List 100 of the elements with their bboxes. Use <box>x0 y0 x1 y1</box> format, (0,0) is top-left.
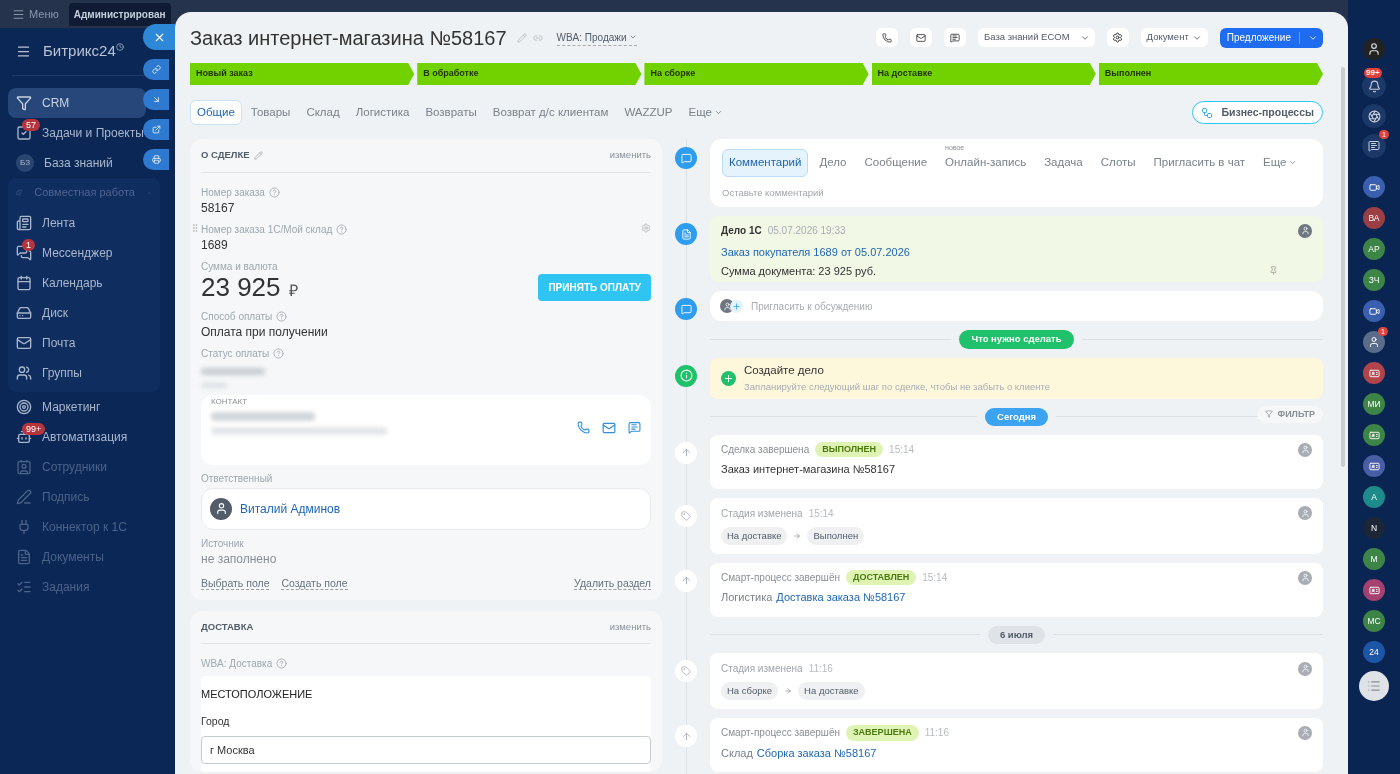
target-icon <box>16 398 32 415</box>
sidebar-item[interactable]: CRM <box>8 87 146 118</box>
edit-link[interactable]: изменить <box>609 619 651 634</box>
composer-tab[interactable]: Задача <box>1037 149 1090 177</box>
chat-avatar[interactable]: ЗЧ <box>1363 269 1385 291</box>
comment-icon <box>675 147 697 170</box>
category-dropdown[interactable]: WBA: Продажи <box>556 29 637 46</box>
video-chat-icon[interactable] <box>1363 300 1385 322</box>
section-tab[interactable]: Возврат д/с клиентам <box>485 100 616 126</box>
stage-step[interactable]: Новый заказ <box>190 63 415 85</box>
tag-icon <box>675 660 697 682</box>
sidebar-item[interactable]: Группы <box>8 357 146 388</box>
chat-button[interactable] <box>1362 134 1386 158</box>
chat-avatar[interactable]: МС <box>1363 610 1385 632</box>
comment-placeholder[interactable]: Оставьте комментарий <box>722 185 1311 200</box>
section-tab[interactable]: Склад <box>299 100 347 126</box>
document-link[interactable]: Заказ покупателя 1689 от 05.07.2026 <box>721 244 1312 261</box>
todo-hint: Запланируйте следующий шаг по сделке, чтобы не забыть о клиенте <box>744 379 1050 394</box>
event-title: Дело 1С <box>721 224 762 239</box>
contact-card-icon[interactable] <box>1363 455 1385 477</box>
composer-tab[interactable]: Слоты <box>1093 149 1143 177</box>
user-avatar-icon <box>1298 442 1312 457</box>
initials-icon: БЗ <box>16 153 34 172</box>
sidebar-item[interactable]: Задачи и Проекты 57 <box>8 117 146 148</box>
blurred-text <box>201 367 265 375</box>
chat-avatar[interactable]: М <box>1363 548 1385 570</box>
link-button[interactable] <box>143 59 169 80</box>
chat-avatar[interactable]: МИ <box>1363 393 1385 415</box>
stage-step[interactable]: На доставке <box>871 63 1096 85</box>
mail-button[interactable] <box>910 28 932 47</box>
chat-icon[interactable] <box>628 420 641 434</box>
sidebar-item[interactable]: Мессенджер 1 <box>8 237 146 268</box>
minimize-button[interactable] <box>143 89 169 110</box>
menu-icon[interactable] <box>16 43 31 59</box>
composer-tab[interactable]: Дело <box>812 149 854 177</box>
chat-avatar[interactable] <box>1363 331 1385 353</box>
chat-avatar[interactable]: ВА <box>1363 207 1385 229</box>
drag-handle-icon[interactable] <box>190 222 200 233</box>
document-dropdown[interactable]: Документ <box>1140 28 1208 47</box>
sidebar-item[interactable]: Лента <box>8 207 146 238</box>
chat-avatar[interactable]: АР <box>1363 238 1385 260</box>
composer-tab[interactable]: Сообщение <box>857 149 935 177</box>
contact-card-icon[interactable] <box>1363 424 1385 446</box>
stage-step[interactable]: На сборке <box>644 63 869 85</box>
user-link[interactable]: Виталий Админов <box>240 499 341 518</box>
remove-section-link[interactable]: Удалить раздел <box>574 576 651 590</box>
sidebar-item[interactable]: БЗ База знаний <box>8 147 146 178</box>
offer-button[interactable]: Предложение <box>1219 27 1323 48</box>
field-link[interactable]: Выбрать поле <box>201 576 270 590</box>
city-field[interactable]: г Москва <box>201 736 651 764</box>
video-chat-icon[interactable] <box>1363 176 1385 198</box>
chat-avatar[interactable]: А <box>1363 486 1385 508</box>
workflow-icon <box>1201 106 1214 119</box>
settings-button[interactable] <box>1106 28 1129 47</box>
status-badge: ВЫПОЛНЕН <box>815 441 884 458</box>
list-button[interactable] <box>1359 671 1389 701</box>
event-link[interactable]: Доставка заказа №58167 <box>776 591 906 605</box>
filter-button[interactable]: ФИЛЬТР <box>1257 405 1323 423</box>
sidebar-item[interactable]: Диск <box>8 297 146 328</box>
sidebar-item[interactable]: Календарь <box>8 267 146 298</box>
section-tab[interactable]: Возвраты <box>418 100 484 126</box>
phone-button[interactable] <box>876 28 898 47</box>
sidebar-item[interactable]: Маркетинг <box>8 391 146 422</box>
user-card[interactable]: Виталий Админов <box>201 487 651 530</box>
section-tab[interactable]: Общие <box>190 100 242 126</box>
event-link[interactable]: Сборка заказа №58167 <box>756 746 877 760</box>
contact-card-icon[interactable] <box>1363 579 1385 601</box>
event-prefix: Логистика <box>721 591 773 605</box>
section-tab[interactable]: Логистика <box>348 100 417 126</box>
contact-card-icon[interactable] <box>1363 362 1385 384</box>
user-avatar[interactable] <box>1363 38 1385 60</box>
sidebar-item[interactable]: Почта <box>8 327 146 358</box>
edit-link[interactable]: изменить <box>609 148 651 163</box>
stage-step[interactable]: В обработке <box>417 63 642 85</box>
amount-value: 23 925 <box>201 272 281 301</box>
phone-icon[interactable] <box>577 420 590 434</box>
composer-tab[interactable]: Пригласить в чат <box>1146 149 1253 177</box>
stage-step[interactable]: Выполнен <box>1098 63 1323 85</box>
knowledge-base-dropdown[interactable]: База знаний ECOM <box>978 28 1095 47</box>
composer-tab[interactable]: Комментарий <box>722 149 809 177</box>
chat-avatar[interactable]: N <box>1363 517 1385 539</box>
notifications-button[interactable] <box>1362 74 1386 98</box>
close-button[interactable] <box>143 24 175 50</box>
section-tab[interactable]: WAZZUP <box>617 100 680 126</box>
field-label: WBA: Доставка <box>201 656 273 671</box>
chat-avatar[interactable]: 24 <box>1363 641 1385 663</box>
funnel-icon <box>16 94 32 111</box>
scrollbar[interactable] <box>1341 67 1345 467</box>
business-processes-button[interactable]: Бизнес-процессы <box>1192 101 1323 125</box>
info-icon <box>675 364 697 387</box>
composer-tab[interactable]: Еще <box>1256 149 1305 177</box>
todo-title: Создайте дело <box>744 363 825 379</box>
section-tab[interactable]: Еще <box>681 100 730 126</box>
menu-button[interactable]: Меню <box>12 5 59 23</box>
open-external-button[interactable] <box>143 119 169 140</box>
section-tab[interactable]: Товары <box>243 100 298 126</box>
top-tab[interactable]: Администрирован <box>68 2 171 26</box>
field-link[interactable]: Создать поле <box>281 576 348 590</box>
mail-icon[interactable] <box>602 420 616 435</box>
print-button[interactable] <box>143 149 169 170</box>
